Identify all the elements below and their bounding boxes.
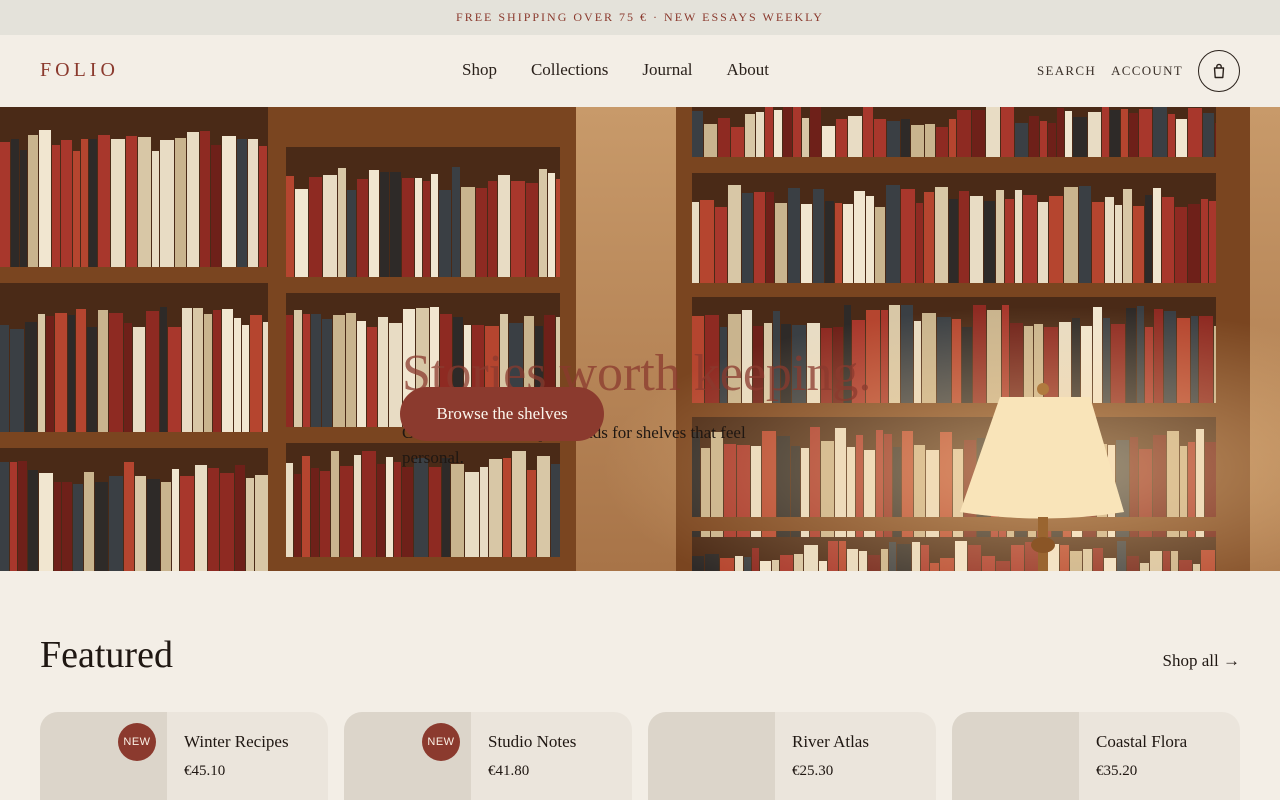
hero-banner: Stories worth keeping. Curated books and… [0,107,1280,571]
product-grid: NEW Winter Recipes €45.10 NEW Studio Not… [40,712,1256,800]
logo[interactable]: FOLIO [40,59,119,82]
product-name[interactable]: Winter Recipes [184,732,289,752]
shop-all-link[interactable]: Shop all → [1163,650,1240,672]
browse-button[interactable]: Browse the shelves [400,387,604,441]
product-price: €25.30 [792,763,834,779]
new-badge: NEW [422,723,460,761]
product-image[interactable] [648,712,775,800]
announcement-bar: FREE SHIPPING OVER 75 € · NEW ESSAYS WEE… [0,0,1280,35]
bookshelf-image [0,107,1280,571]
bag-icon [1213,63,1225,79]
account-link[interactable]: ACCOUNT [1111,63,1183,79]
product-name[interactable]: Coastal Flora [1096,732,1187,752]
site-header: FOLIO Shop Collections Journal About SEA… [0,35,1280,107]
nav-journal[interactable]: Journal [642,59,692,81]
product-name[interactable]: Studio Notes [488,732,576,752]
cart-button[interactable] [1198,50,1240,92]
announcement-text: FREE SHIPPING OVER 75 € · NEW ESSAYS WEE… [456,10,824,24]
product-card[interactable]: NEW Winter Recipes €45.10 [40,712,328,800]
header-utilities: SEARCH ACCOUNT [1037,50,1240,92]
search-link[interactable]: SEARCH [1037,63,1096,79]
product-card[interactable]: NEW Studio Notes €41.80 [344,712,632,800]
nav-shop[interactable]: Shop [462,59,497,81]
product-image[interactable] [952,712,1079,800]
featured-heading: Featured [40,634,173,676]
product-price: €45.10 [184,763,226,779]
product-name[interactable]: River Atlas [792,732,869,752]
product-price: €35.20 [1096,763,1138,779]
nav-collections[interactable]: Collections [531,59,608,81]
new-badge: NEW [118,723,156,761]
product-card[interactable]: River Atlas €25.30 [648,712,936,800]
nav-about[interactable]: About [726,59,769,81]
product-price: €41.80 [488,763,530,779]
product-card[interactable]: Coastal Flora €35.20 [952,712,1240,800]
main-nav: Shop Collections Journal About [462,59,803,81]
